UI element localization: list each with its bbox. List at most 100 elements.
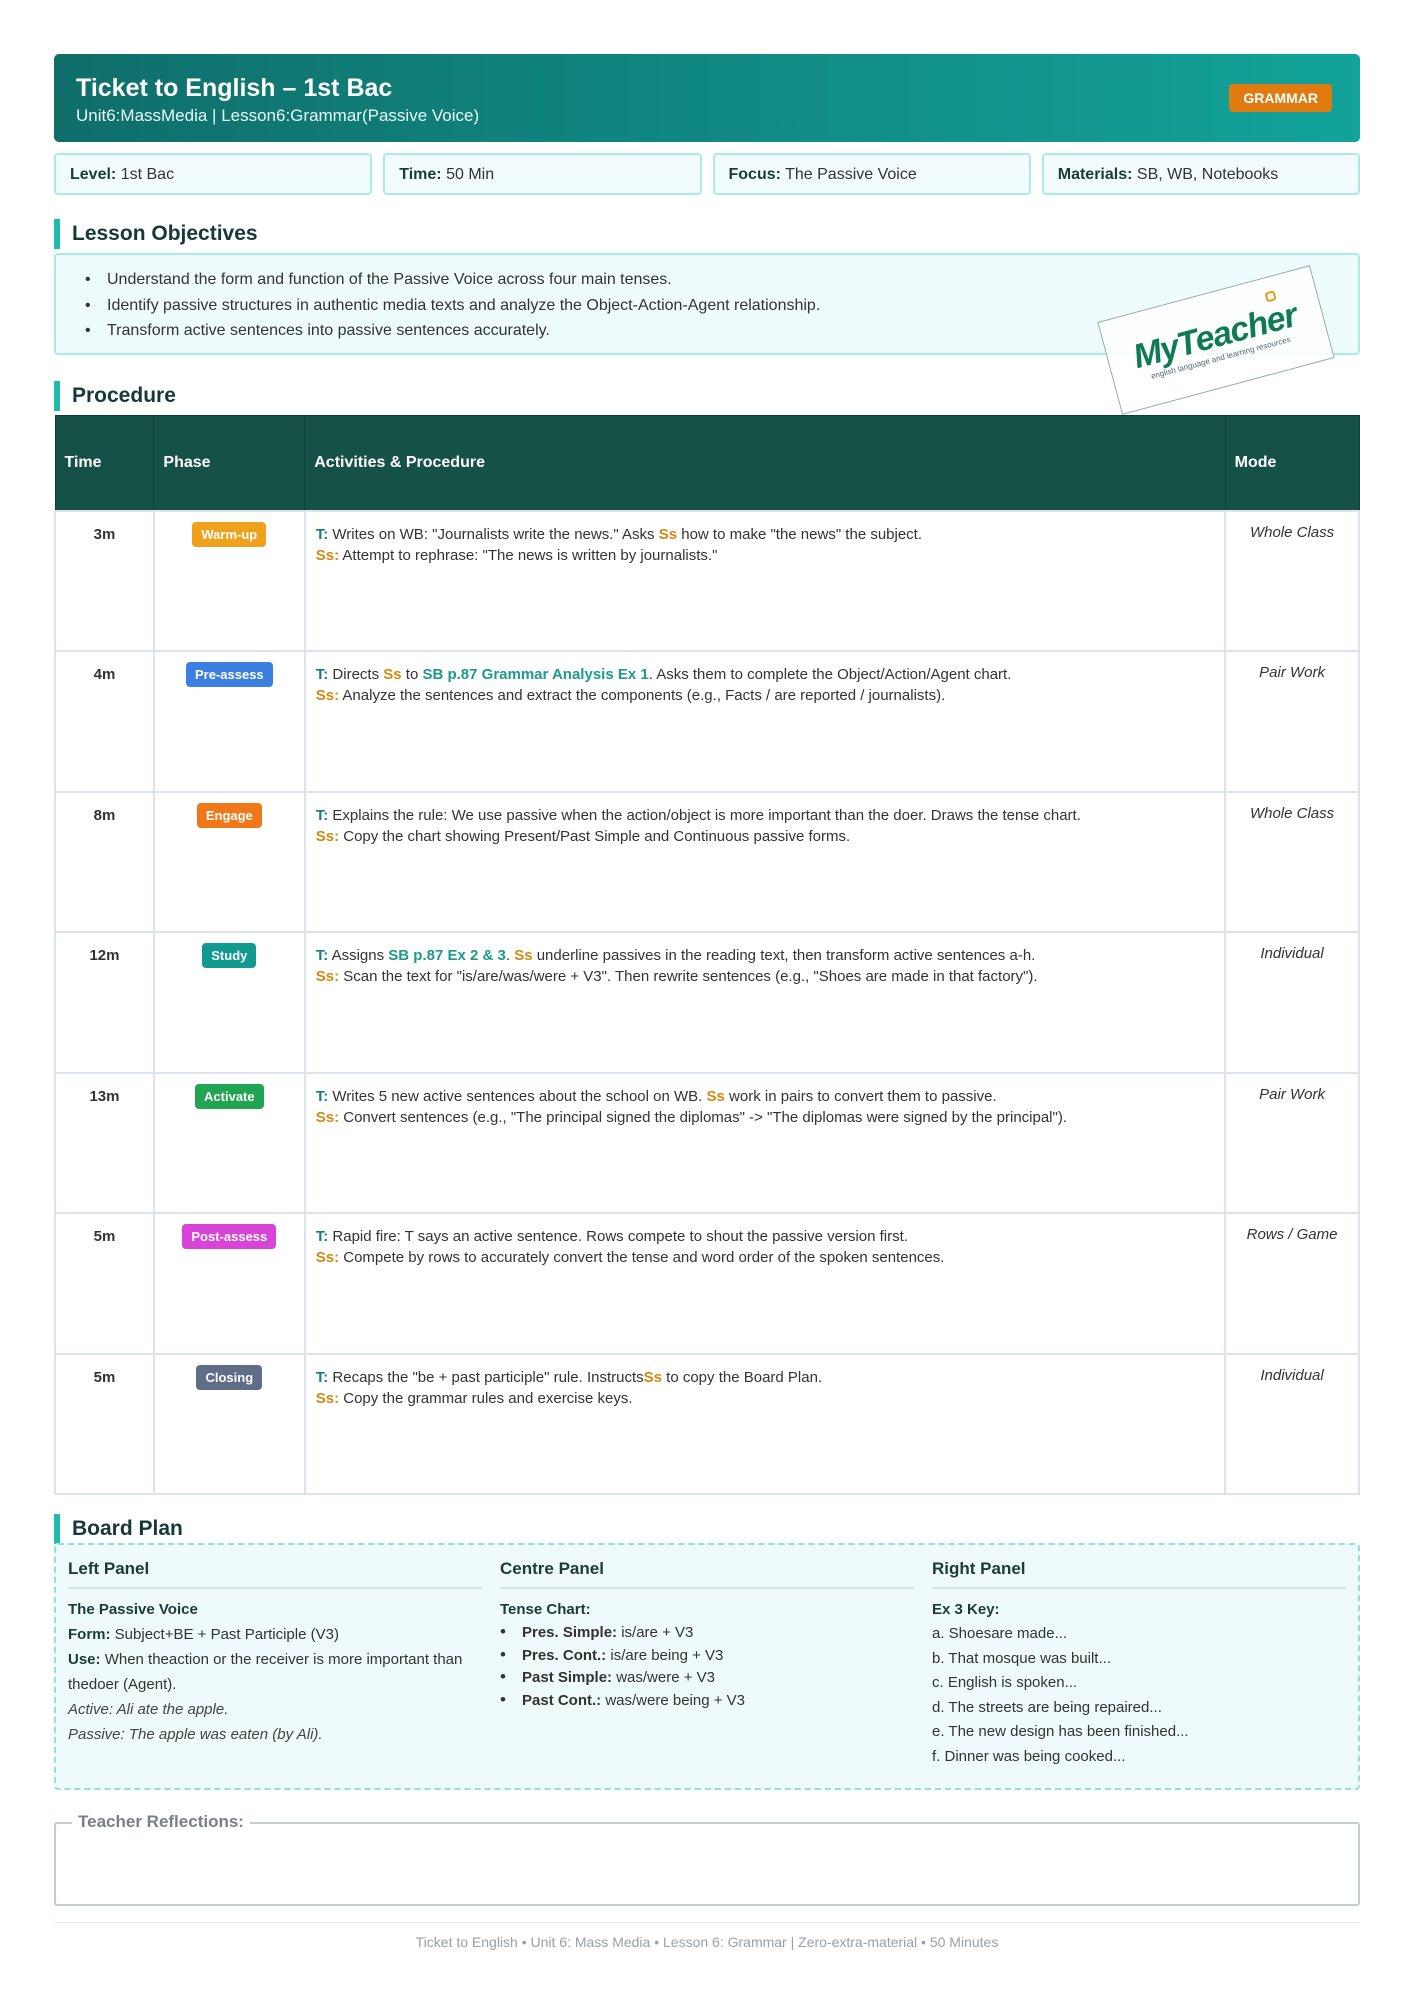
info-label: Materials: xyxy=(1057,166,1133,183)
teacher-text: Writes on WB: "Journalists write the new… xyxy=(332,525,659,543)
info-label: Focus: xyxy=(728,166,781,183)
students-line: Ss: Compete by rows to accurately conver… xyxy=(316,1247,1214,1268)
row-mode: Whole Class xyxy=(1224,509,1360,652)
row-activities: T: Rapid fire: T says an active sentence… xyxy=(303,1212,1227,1355)
key-item: b. That mosque was built... xyxy=(932,1649,1111,1667)
page-footer: Ticket to English • Unit 6: Mass Media •… xyxy=(415,1934,999,1950)
teacher-text: Assigns xyxy=(331,947,389,964)
students-ref: Ss xyxy=(658,525,678,543)
row-activities: T: Directs Ss to SB p.87 Grammar Analysi… xyxy=(303,650,1227,793)
students-label: Ss: xyxy=(315,1389,340,1407)
lesson-info-row: Level: 1st Bac Time: 50 Min Focus: The P… xyxy=(54,153,1360,195)
tense-item: Pres. Cont.: is/are being + V3 xyxy=(500,1644,914,1668)
teacher-text: work in pairs to convert them to passive… xyxy=(724,1087,997,1105)
students-label: Ss: xyxy=(315,1249,340,1266)
teacher-label: T: xyxy=(315,1228,329,1245)
row-time: 8m xyxy=(54,790,155,933)
passive-example: Passive: The apple was eaten (by Ali). xyxy=(68,1726,323,1743)
info-materials: Materials: SB, WB, Notebooks xyxy=(1041,153,1360,195)
students-text: Scan the text for "is/are/was/were + V3"… xyxy=(343,968,1038,985)
students-ref: Ss xyxy=(643,1368,662,1386)
teacher-line: T: Assigns SB p.87 Ex 2 & 3. Ss underlin… xyxy=(316,945,1214,966)
teacher-label: T: xyxy=(315,525,329,543)
students-label: Ss: xyxy=(315,1108,340,1126)
row-activities: T: Explains the rule: We use passive whe… xyxy=(303,790,1227,933)
tense-label: Pres. Cont.: xyxy=(522,1646,607,1664)
row-activities: T: Recaps the "be + past participle" rul… xyxy=(303,1352,1227,1495)
book-reference: SB p.87 Grammar Analysis Ex 1 xyxy=(422,666,649,683)
tense-item: Past Cont.: was/were being + V3 xyxy=(500,1689,914,1713)
row-time: 3m xyxy=(54,509,155,652)
objectives-heading: Lesson Objectives xyxy=(54,219,258,249)
info-label: Time: xyxy=(399,166,442,183)
info-level: Level: 1st Bac xyxy=(54,153,373,195)
tense-label: Pres. Simple: xyxy=(522,1624,618,1641)
logo-text: MyTeacher xyxy=(1129,296,1301,377)
teacher-label: T: xyxy=(315,1087,329,1105)
table-row: 3m Warm-up T: Writes on WB: "Journalists w… xyxy=(54,509,1360,652)
key-item: c. English is spoken... xyxy=(932,1674,1078,1691)
page-title: Ticket to English – 1st Bac xyxy=(76,74,393,102)
teacher-text: how to make "the news" the subject. xyxy=(677,525,923,543)
info-label: Level: xyxy=(70,166,117,183)
row-time: 5m xyxy=(54,1212,155,1355)
students-label: Ss: xyxy=(315,827,340,845)
procedure-heading: Procedure xyxy=(54,381,176,411)
tense-form: was/were being + V3 xyxy=(605,1691,746,1709)
students-text: Analyze the sentences and extract the co… xyxy=(342,687,946,704)
teacher-reflections-box[interactable]: Teacher Reflections: xyxy=(54,1812,1360,1906)
teacher-text: to xyxy=(401,666,423,683)
form-line: Form: Subject+BE + Past Participle (V3) xyxy=(68,1622,482,1647)
students-line: Ss: Copy the grammar rules and exercise … xyxy=(316,1388,1214,1409)
tense-item: Pres. Simple: is/are + V3 xyxy=(500,1621,914,1645)
reflections-label: Teacher Reflections: xyxy=(72,1812,250,1832)
teacher-line: T: Directs Ss to SB p.87 Grammar Analysi… xyxy=(316,664,1214,685)
phase-badge: Post-assess xyxy=(182,1224,277,1249)
subject-badge: GRAMMAR xyxy=(1229,84,1332,112)
tense-label: Past Cont.: xyxy=(522,1691,602,1709)
col-header-time: Time xyxy=(54,415,155,511)
row-mode: Individual xyxy=(1224,1352,1360,1495)
panel-heading: Centre Panel xyxy=(500,1559,914,1589)
students-line: Ss: Copy the chart showing Present/Past … xyxy=(316,826,1214,847)
teacher-label: T: xyxy=(315,1368,329,1386)
row-mode: Individual xyxy=(1224,931,1360,1074)
active-example: Active: Ali ate the apple. xyxy=(68,1701,229,1718)
phase-badge: Study xyxy=(202,943,257,968)
objective-item: Understand the form and function of the … xyxy=(82,267,1338,293)
row-time: 13m xyxy=(54,1071,155,1214)
board-left-panel: Left Panel The Passive Voice Form: Subje… xyxy=(68,1559,482,1788)
teacher-label: T: xyxy=(315,806,329,824)
panel-heading: Right Panel xyxy=(932,1559,1346,1589)
teacher-line: T: Writes 5 new active sentences about t… xyxy=(316,1086,1214,1107)
page-header: Ticket to English – 1st Bac Unit6:MassMe… xyxy=(54,54,1360,142)
phase-badge: Pre-assess xyxy=(185,662,273,687)
footer-divider xyxy=(54,1922,1360,1923)
board-plan: Left Panel The Passive Voice Form: Subje… xyxy=(54,1543,1360,1790)
tense-form: was/were + V3 xyxy=(616,1669,715,1686)
row-phase: Closing xyxy=(152,1352,306,1495)
teacher-text: Rapid fire: T says an active sentence. R… xyxy=(332,1228,908,1245)
use-text: When theaction or the receiver is more i… xyxy=(68,1651,463,1693)
students-text: Convert sentences (e.g., "The principal … xyxy=(343,1108,1067,1126)
table-row: 4m Pre-assess T: Directs Ss to SB p.87 Gra… xyxy=(54,650,1360,793)
info-value: 1st Bac xyxy=(120,166,175,183)
students-line: Ss: Analyze the sentences and extract th… xyxy=(316,685,1214,706)
key-item: a. Shoesare made... xyxy=(932,1625,1068,1642)
row-activities: T: Assigns SB p.87 Ex 2 & 3. Ss underlin… xyxy=(303,931,1227,1074)
table-row: 13m Activate T: Writes 5 new active senten… xyxy=(54,1071,1360,1214)
teacher-text: Directs xyxy=(332,666,384,683)
key-item: d. The streets are being repaired... xyxy=(932,1698,1162,1716)
col-header-activities: Activities & Procedure xyxy=(304,415,1226,511)
info-value: The Passive Voice xyxy=(785,166,917,183)
row-phase: Warm-up xyxy=(152,509,306,652)
book-reference: SB p.87 Ex 2 & 3 xyxy=(388,947,506,964)
students-text: Copy the grammar rules and exercise keys… xyxy=(343,1389,633,1407)
info-value: 50 Min xyxy=(446,166,495,183)
table-header-row: Time Phase Activities & Procedure Mode xyxy=(54,415,1360,511)
board-centre-panel: Centre Panel Tense Chart: Pres. Simple: … xyxy=(500,1559,914,1788)
teacher-line: T: Recaps the "be + past participle" rul… xyxy=(316,1367,1214,1388)
teacher-text: . xyxy=(505,947,515,964)
panel-subheading: Ex 3 Key: xyxy=(932,1601,1000,1618)
phase-badge: Activate xyxy=(195,1083,264,1109)
